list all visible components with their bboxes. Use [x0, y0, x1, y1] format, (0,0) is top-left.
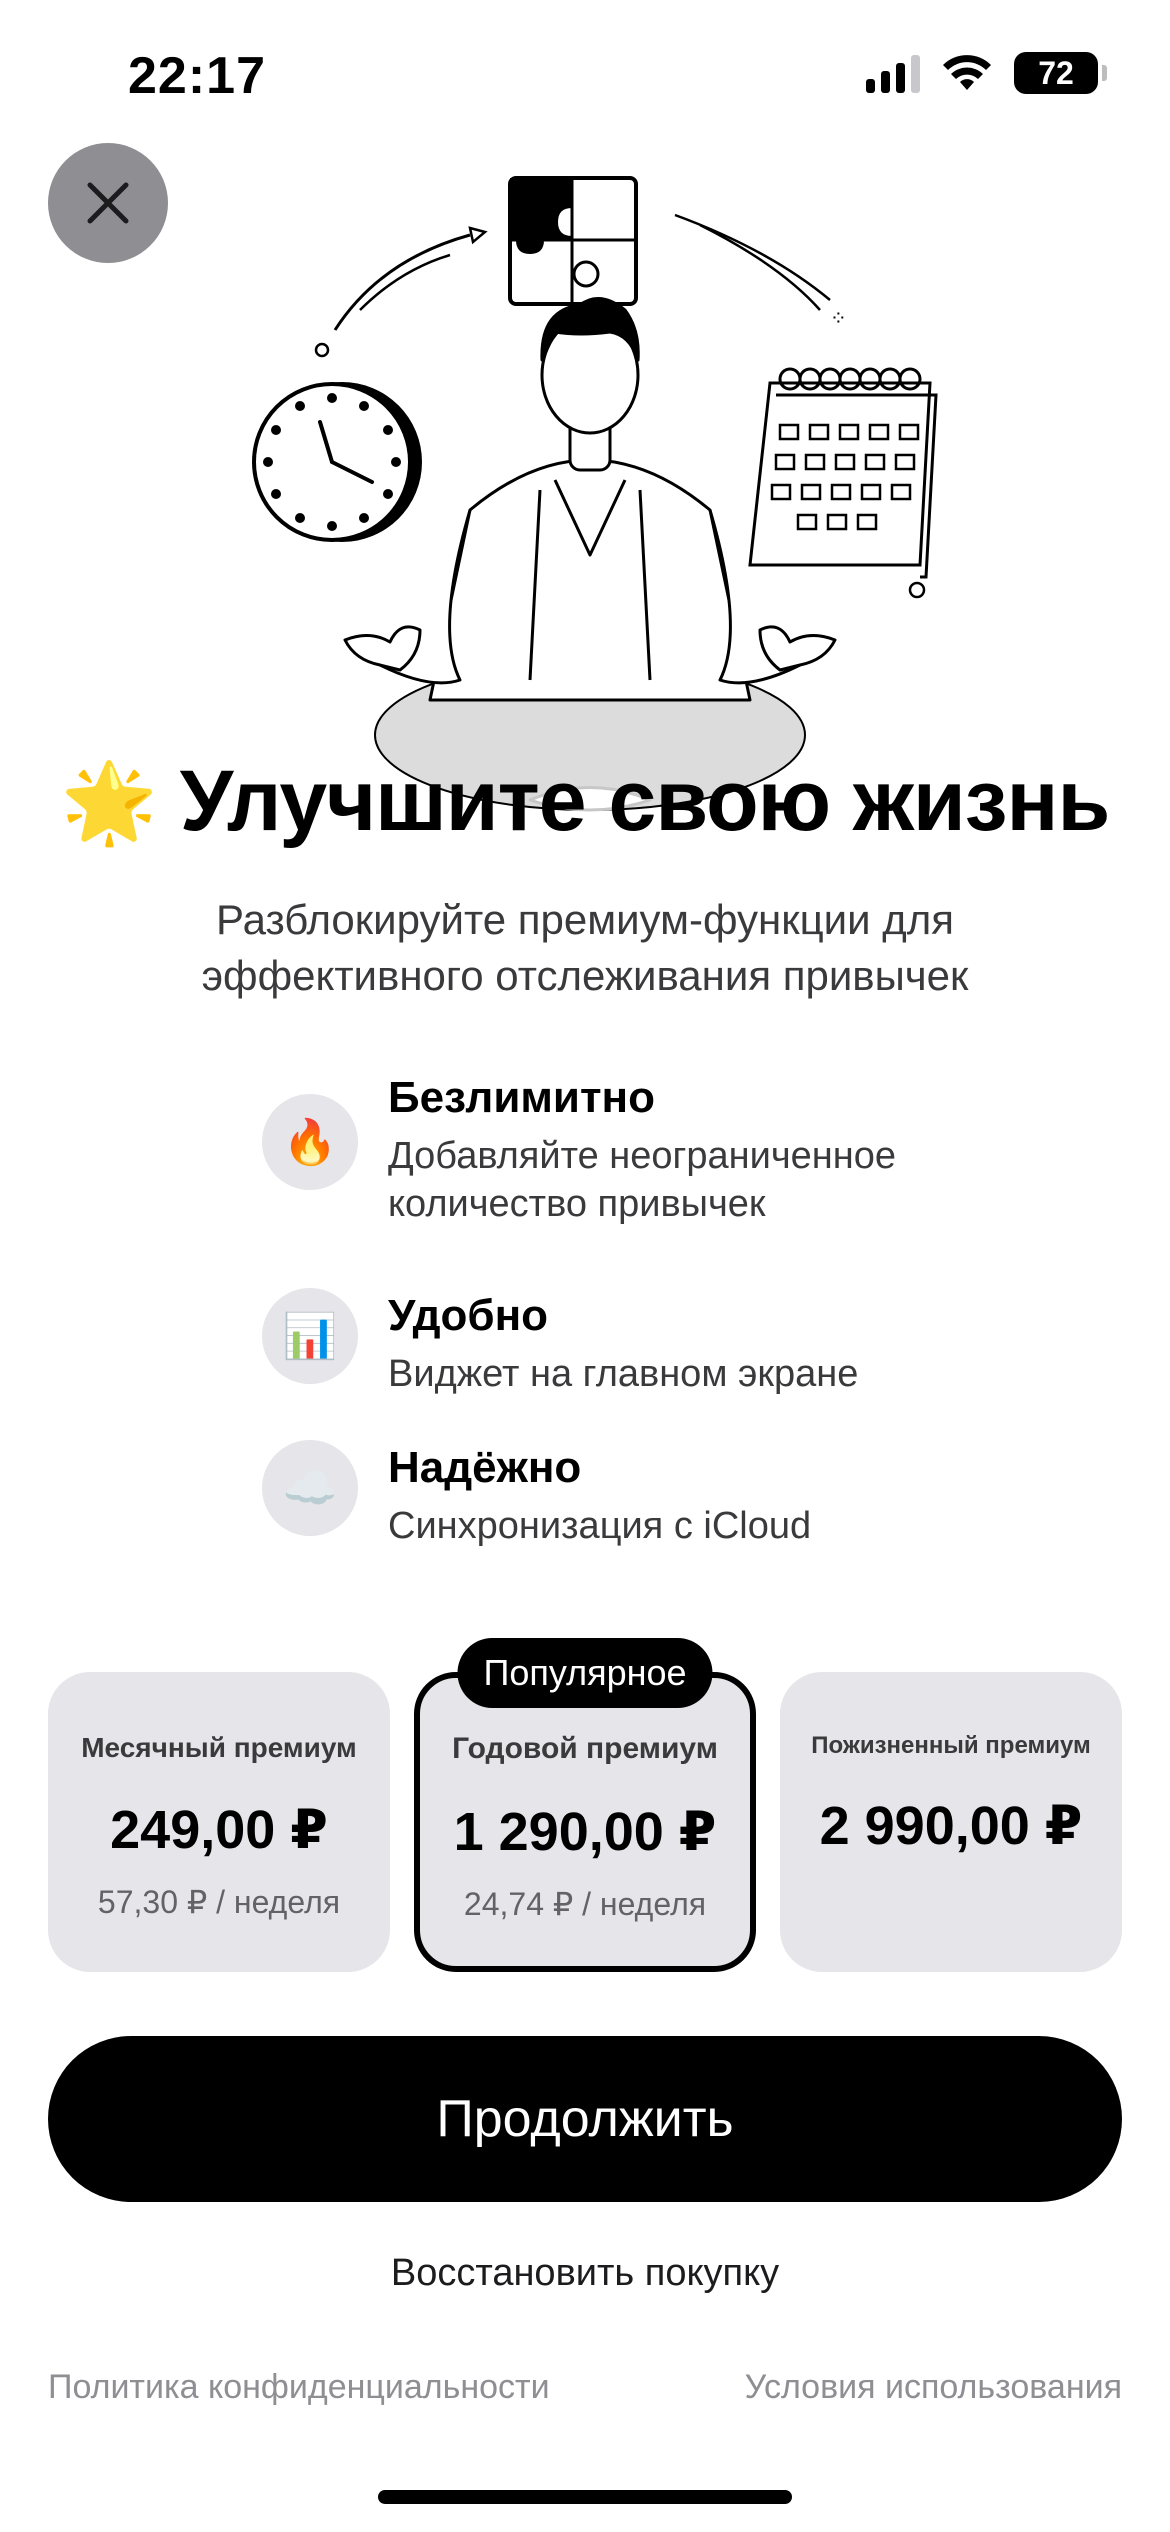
calendar-icon [748, 367, 938, 579]
plan-price: 1 290,00 ₽ [453, 1802, 717, 1862]
plan-yearly[interactable]: Популярное Годовой премиум 1 290,00 ₽ 24… [414, 1638, 756, 1972]
continue-button[interactable]: Продолжить [48, 2036, 1122, 2202]
feature-reliable: ☁️ Надёжно Синхронизация с iCloud [262, 1440, 1082, 1550]
chart-icon: 📊 [262, 1288, 358, 1384]
feature-title: Удобно [388, 1291, 549, 1340]
close-button[interactable] [48, 143, 168, 263]
cellular-signal-icon [866, 53, 920, 93]
plan-weekly-price: 24,74 ₽ / неделя [463, 1886, 707, 1922]
status-icons: 72 [866, 52, 1107, 94]
feature-text: Безлимитно Добавляйте неограниченное кол… [388, 1070, 988, 1228]
feature-title: Надёжно [388, 1443, 582, 1492]
feature-title: Безлимитно [388, 1073, 655, 1122]
popular-badge: Популярное [457, 1638, 713, 1708]
feature-text: Удобно Виджет на главном экране [388, 1288, 858, 1398]
feature-description: Синхронизация с iCloud [388, 1505, 812, 1547]
page-title: Улучшите свою жизнь [179, 753, 1111, 849]
cloud-icon: ☁️ [262, 1440, 358, 1536]
star-icon: 🌟 [60, 757, 158, 846]
plan-monthly[interactable]: Месячный премиум 249,00 ₽ 57,30 ₽ / неде… [48, 1672, 390, 1972]
plan-weekly-price: 57,30 ₽ / неделя [97, 1884, 341, 1920]
close-icon [87, 182, 129, 224]
restore-purchase-link[interactable]: Восстановить покупку [0, 2252, 1170, 2295]
terms-of-use-link[interactable]: Условия использования [745, 2368, 1122, 2407]
feature-convenient: 📊 Удобно Виджет на главном экране [262, 1288, 1082, 1398]
plan-name: Годовой премиум [452, 1732, 718, 1765]
feature-list: 🔥 Безлимитно Добавляйте неограниченное к… [262, 1070, 1082, 1550]
plan-selector: Месячный премиум 249,00 ₽ 57,30 ₽ / неде… [48, 1638, 1122, 1972]
plan-name: Пожизненный премиум [811, 1732, 1091, 1759]
plan-name: Месячный премиум [81, 1732, 357, 1763]
fire-icon: 🔥 [262, 1094, 358, 1190]
feature-description: Виджет на главном экране [388, 1353, 859, 1395]
paywall-screen: 22:17 72 ⁘ 🌟 Улучшите свою жизнь Разблок… [0, 0, 1170, 2532]
battery-icon: 72 [1014, 52, 1107, 94]
page-subtitle: Разблокируйте премиум-функции для эффект… [201, 896, 969, 999]
privacy-policy-link[interactable]: Политика конфиденциальности [48, 2368, 550, 2407]
wifi-icon [943, 55, 991, 90]
status-time: 22:17 [128, 47, 266, 105]
plan-price: 2 990,00 ₽ [819, 1796, 1083, 1856]
feature-description: Добавляйте неограниченное количество при… [388, 1135, 897, 1225]
title-row: 🌟 Улучшите свою жизнь [0, 752, 1170, 851]
plan-price: 249,00 ₽ [110, 1800, 328, 1860]
feature-unlimited: 🔥 Безлимитно Добавляйте неограниченное к… [262, 1070, 1082, 1228]
battery-level: 72 [1038, 54, 1074, 91]
svg-text:⁘: ⁘ [830, 306, 847, 330]
feature-text: Надёжно Синхронизация с iCloud [388, 1440, 811, 1550]
home-indicator[interactable] [378, 2490, 792, 2504]
plan-lifetime[interactable]: Пожизненный премиум 2 990,00 ₽ [780, 1672, 1122, 1972]
puzzle-icon [508, 176, 638, 306]
clock-icon [252, 382, 422, 542]
